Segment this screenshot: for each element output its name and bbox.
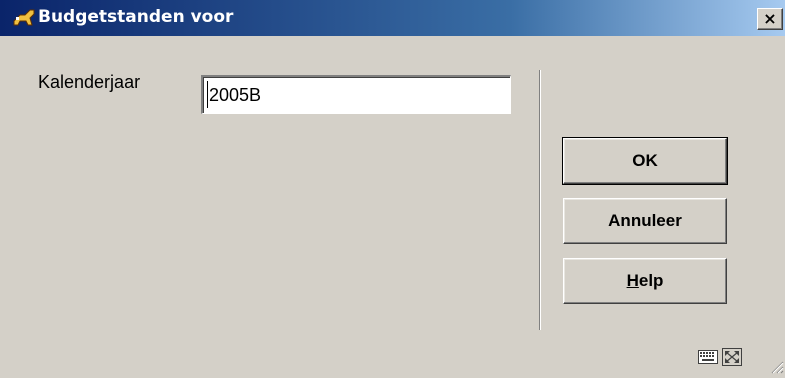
title-bar[interactable]: Budgetstanden voor × [0,0,785,36]
window-title: Budgetstanden voor [38,7,234,27]
close-icon: × [763,9,777,28]
maximize-icon[interactable] [722,348,742,366]
ok-button[interactable]: OK [562,137,728,185]
help-mnemonic: H [626,271,639,290]
calendar-year-label: Kalenderjaar [38,72,141,92]
keyboard-icon[interactable] [698,348,718,366]
close-button[interactable]: × [757,8,783,30]
app-icon [13,9,35,26]
text-caret [207,81,208,108]
help-button[interactable]: Help [563,258,727,304]
help-label-rest: elp [638,271,664,290]
calendar-year-input[interactable] [201,75,511,114]
vertical-divider [539,70,541,330]
cancel-button[interactable]: Annuleer [563,198,727,244]
resize-grip-icon[interactable] [770,360,784,374]
dialog-window: Budgetstanden voor × Kalenderjaar OK Ann… [0,0,787,378]
